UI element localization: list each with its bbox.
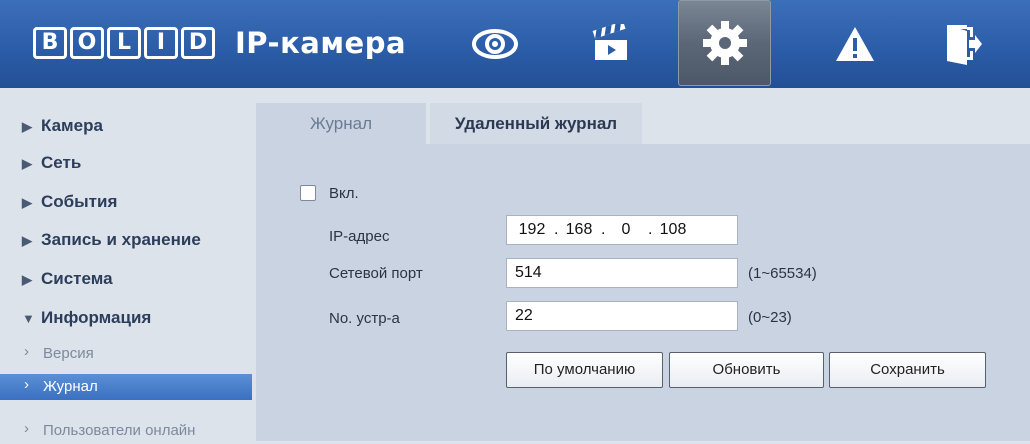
sidebar: ▶ Камера ▶ Сеть ▶ События ▶ Запись и хранени… [0,100,255,441]
sidebar-item-label: Информация [41,308,152,327]
sidebar-item-label: Камера [41,116,103,135]
warning-icon [836,27,874,61]
save-button[interactable]: Сохранить [829,352,986,388]
logo-letter: D [181,27,215,59]
ip-octet-1[interactable]: 192 [515,216,549,244]
app-title: IP-камера [235,26,407,60]
ip-octet-2[interactable]: 168 [562,216,596,244]
chevron-right-icon: › [24,420,29,437]
logout-icon [947,25,982,65]
clapperboard-icon [592,24,627,60]
sidebar-subitem-label: Версия [43,345,94,362]
expand-arrow-icon: ▶ [22,233,32,248]
logo-mark: B O L I D [33,27,215,59]
logo-letter: I [144,27,178,59]
port-label: Сетевой порт [329,265,423,282]
sidebar-subitem-label: Журнал [43,378,98,395]
device-number-input[interactable]: 22 [506,301,738,331]
expand-arrow-icon: ▶ [22,156,32,171]
ip-octet-4[interactable]: 108 [656,216,690,244]
ip-dot: . [648,221,653,238]
sidebar-item-label: Система [41,269,113,288]
default-button[interactable]: По умолчанию [506,352,663,388]
collapse-arrow-icon: ▼ [22,311,35,326]
sidebar-subitem-log[interactable]: › Журнал [0,374,252,400]
sidebar-subitem-online-users[interactable]: › Пользователи онлайн [0,418,252,444]
ip-address-label: IP-адрес [329,228,390,245]
port-input[interactable]: 514 [506,258,738,288]
sidebar-item-label: Запись и хранение [41,230,201,249]
content-panel: Журнал Удаленный журнал Вкл. IP-адрес 19… [256,103,1030,441]
logo-letter: B [33,27,67,59]
sidebar-item-camera[interactable]: ▶ Камера [22,116,103,136]
logo-letter: O [70,27,104,59]
sidebar-item-label: События [41,192,118,211]
gear-icon [702,21,747,65]
expand-arrow-icon: ▶ [22,195,32,210]
enable-label: Вкл. [329,185,359,202]
chevron-right-icon: › [24,343,29,360]
sidebar-item-events[interactable]: ▶ События [22,192,117,212]
expand-arrow-icon: ▶ [22,272,32,287]
playback-button[interactable] [566,4,656,84]
alarm-button[interactable] [810,4,900,84]
ip-dot: . [601,221,606,238]
ip-octet-3[interactable]: 0 [609,216,643,244]
live-view-button[interactable] [450,4,540,84]
tab-bar: Журнал Удаленный журнал [256,103,1030,144]
logout-button[interactable] [918,4,1008,84]
top-header: B O L I D IP-камера [0,0,1030,88]
device-number-label: No. устр-а [329,310,400,327]
chevron-right-icon: › [24,376,29,393]
refresh-button[interactable]: Обновить [669,352,824,388]
expand-arrow-icon: ▶ [22,119,32,134]
sidebar-item-system[interactable]: ▶ Система [22,269,113,289]
ip-dot: . [554,221,559,238]
logo: B O L I D IP-камера [33,25,406,61]
eye-icon [472,29,518,59]
sidebar-item-info[interactable]: ▼ Информация [22,308,151,328]
device-range-hint: (0~23) [748,309,792,326]
sidebar-item-storage[interactable]: ▶ Запись и хранение [22,230,201,250]
tab-log[interactable]: Журнал [256,103,426,144]
sidebar-item-network[interactable]: ▶ Сеть [22,153,81,173]
sidebar-subitem-version[interactable]: › Версия [0,341,252,367]
logo-letter: L [107,27,141,59]
ip-address-field[interactable]: 192 . 168 . 0 . 108 [506,215,738,245]
sidebar-subitem-label: Пользователи онлайн [43,422,196,439]
tab-remote-log[interactable]: Удаленный журнал [430,103,642,144]
settings-button[interactable] [678,0,771,86]
port-range-hint: (1~65534) [748,265,817,282]
enable-checkbox[interactable] [300,185,316,201]
sidebar-item-label: Сеть [41,153,82,172]
